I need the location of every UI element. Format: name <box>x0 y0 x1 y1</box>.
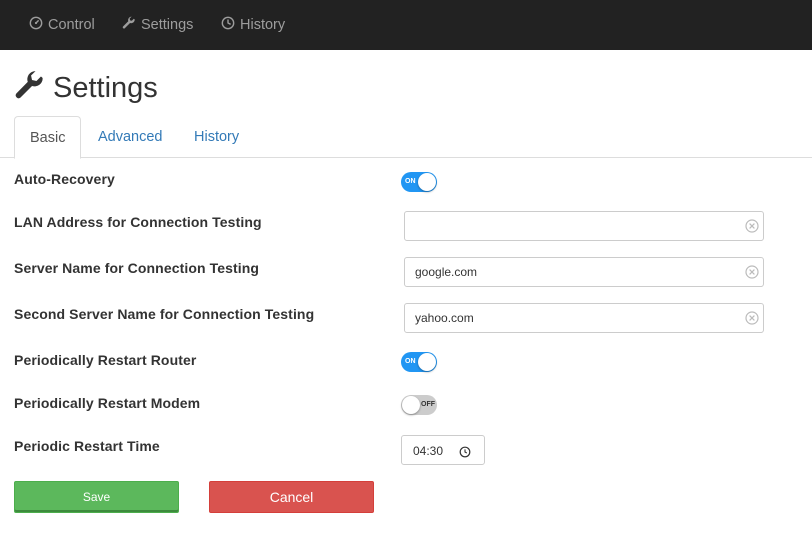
clear-icon[interactable] <box>745 219 759 233</box>
clock-icon[interactable] <box>459 445 471 458</box>
toggle-state-label: ON <box>405 178 416 185</box>
save-button-label: Save <box>82 490 111 504</box>
wrench-icon <box>14 70 45 107</box>
restart-router-label: Periodically Restart Router <box>14 352 197 368</box>
settings-tabs: Basic Advanced History <box>0 116 812 159</box>
page-title: Settings <box>14 70 158 107</box>
server-name-field <box>404 257 764 287</box>
tab-label: Advanced <box>98 129 163 145</box>
toggle-state-label: ON <box>405 358 416 365</box>
tab-advanced[interactable]: Advanced <box>83 116 178 158</box>
save-button[interactable]: Save <box>14 481 179 513</box>
nav-item-settings[interactable]: Settings <box>122 0 193 50</box>
auto-recovery-toggle[interactable]: ON <box>401 172 437 192</box>
tab-label: History <box>194 129 240 145</box>
tab-basic[interactable]: Basic <box>14 116 82 159</box>
second-server-name-label: Second Server Name for Connection Testin… <box>14 306 315 322</box>
restart-modem-label: Periodically Restart Modem <box>14 395 201 411</box>
tab-history[interactable]: History <box>179 116 254 158</box>
nav-item-history[interactable]: History <box>221 0 285 50</box>
cancel-button-label: Cancel <box>269 489 314 505</box>
tab-label: Basic <box>30 129 66 146</box>
clear-icon[interactable] <box>745 311 759 325</box>
server-name-input[interactable] <box>415 258 735 286</box>
cancel-button[interactable]: Cancel <box>209 481 374 513</box>
server-name-label: Server Name for Connection Testing <box>14 260 260 276</box>
wrench-icon <box>122 16 136 34</box>
lan-address-field <box>404 211 764 241</box>
nav-item-label: Control <box>48 17 95 33</box>
nav-item-label: History <box>240 17 286 33</box>
nav-item-label: Settings <box>141 17 194 33</box>
lan-address-input[interactable] <box>415 212 735 240</box>
dashboard-icon <box>29 16 43 34</box>
restart-time-input[interactable]: 04:30 <box>401 435 485 465</box>
restart-router-toggle[interactable]: ON <box>401 352 437 372</box>
nav-item-control[interactable]: Control <box>29 0 95 50</box>
restart-modem-toggle[interactable]: OFF <box>401 395 437 415</box>
page-title-text: Settings <box>53 72 158 104</box>
toggle-state-label: OFF <box>421 401 435 408</box>
toggle-knob <box>418 353 436 371</box>
restart-time-label: Periodic Restart Time <box>14 438 160 454</box>
toggle-knob <box>402 396 420 414</box>
clock-icon <box>221 16 235 34</box>
restart-time-value: 04:30 <box>413 444 444 458</box>
auto-recovery-label: Auto-Recovery <box>14 171 115 187</box>
top-navbar: Control Settings History <box>0 0 812 50</box>
second-server-name-field <box>404 303 764 333</box>
toggle-knob <box>418 173 436 191</box>
clear-icon[interactable] <box>745 265 759 279</box>
lan-address-label: LAN Address for Connection Testing <box>14 214 262 230</box>
second-server-name-input[interactable] <box>415 304 735 332</box>
